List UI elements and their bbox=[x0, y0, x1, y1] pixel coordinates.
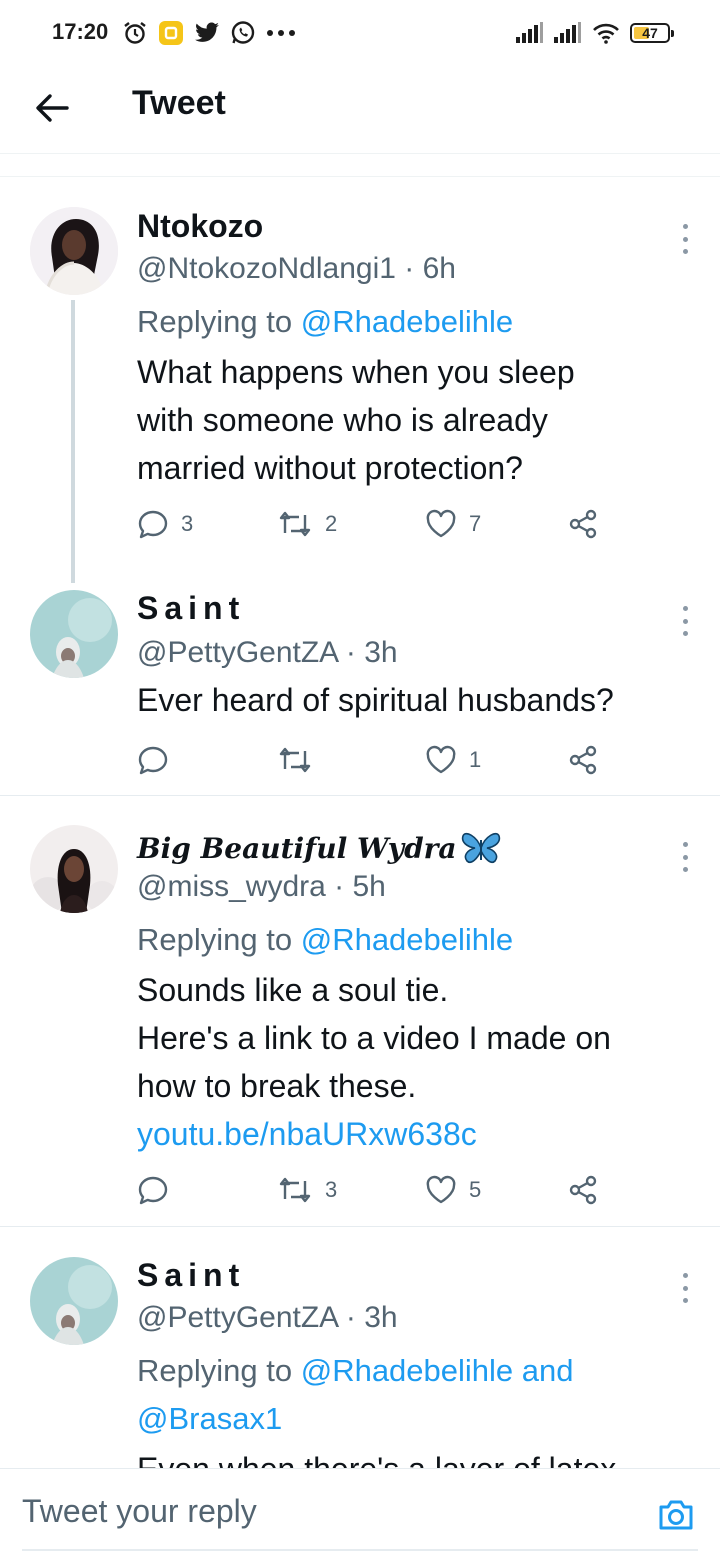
camera-button[interactable] bbox=[656, 1495, 696, 1535]
more-icon bbox=[682, 842, 688, 847]
section-divider bbox=[0, 176, 720, 177]
alarm-icon bbox=[124, 22, 146, 44]
action-bar: 3 2 7 bbox=[137, 504, 607, 544]
status-time: 17:20 bbox=[52, 19, 109, 44]
more-button[interactable] bbox=[680, 224, 690, 254]
avatar[interactable] bbox=[30, 207, 118, 295]
tweet-text: Sounds like a soul tie. Here's a link to… bbox=[137, 966, 697, 1158]
retweet-button[interactable]: 3 bbox=[277, 1170, 337, 1210]
avatar-photo bbox=[30, 207, 118, 295]
reply-button[interactable] bbox=[137, 740, 169, 780]
share-icon bbox=[569, 745, 597, 775]
handle-time[interactable]: @PettyGentZA · 3h bbox=[137, 1301, 398, 1335]
back-arrow-icon bbox=[36, 94, 69, 122]
retweet-button[interactable]: 2 bbox=[277, 504, 337, 544]
like-icon bbox=[426, 509, 456, 538]
retweet-button[interactable] bbox=[277, 740, 313, 780]
camera-icon bbox=[659, 1500, 693, 1530]
like-icon bbox=[426, 745, 456, 774]
more-button[interactable] bbox=[680, 842, 690, 872]
like-button[interactable]: 5 bbox=[425, 1170, 481, 1210]
display-name[interactable]: Saint bbox=[137, 590, 245, 627]
handle-time[interactable]: @NtokozoNdlangi1 · 6h bbox=[137, 252, 456, 286]
reply-button[interactable]: 3 bbox=[137, 504, 193, 544]
tweet-text: Ever heard of spiritual husbands? bbox=[137, 682, 614, 718]
more-icon bbox=[682, 606, 688, 611]
replying-to: Replying to @Rhadebelihle bbox=[137, 922, 514, 957]
avatar[interactable] bbox=[30, 590, 118, 678]
twitter-bird-icon bbox=[195, 22, 219, 42]
share-icon bbox=[569, 1175, 597, 1205]
share-button[interactable] bbox=[567, 1170, 599, 1210]
share-button[interactable] bbox=[567, 740, 599, 780]
handle-time[interactable]: @miss_wydra · 5h bbox=[137, 870, 386, 904]
reply-icon bbox=[138, 746, 168, 775]
share-icon bbox=[569, 509, 597, 539]
status-icons-left bbox=[122, 18, 296, 48]
reply-button[interactable] bbox=[137, 1170, 169, 1210]
display-name[interactable]: Big Beautiful Wydra bbox=[137, 830, 501, 866]
status-icons-right: 47 bbox=[516, 18, 674, 48]
more-notifications-icon bbox=[267, 30, 295, 36]
tweet-text: What happens when you sleep with someone… bbox=[137, 354, 575, 486]
action-bar: 1 bbox=[137, 740, 607, 780]
share-button[interactable] bbox=[567, 504, 599, 544]
mention-link[interactable]: @Rhadebelihle bbox=[301, 304, 513, 339]
avatar-photo bbox=[30, 825, 118, 913]
display-name[interactable]: Saint bbox=[137, 1257, 245, 1294]
avatar[interactable] bbox=[30, 1257, 118, 1345]
display-name[interactable]: Ntokozo bbox=[137, 208, 263, 245]
retweet-icon bbox=[279, 747, 311, 773]
whatsapp-icon bbox=[231, 21, 255, 44]
signal-2-icon bbox=[554, 22, 581, 43]
status-bar: 17:20 47 bbox=[0, 0, 720, 64]
reply-icon bbox=[138, 1176, 168, 1205]
retweet-icon bbox=[279, 1177, 311, 1203]
avatar-photo bbox=[30, 590, 118, 678]
more-icon bbox=[682, 1273, 688, 1278]
video-link[interactable]: youtu.be/nbaURxw638c bbox=[137, 1110, 697, 1158]
like-icon bbox=[426, 1175, 456, 1204]
more-icon bbox=[682, 224, 688, 229]
page-title: Tweet bbox=[132, 84, 226, 122]
reply-icon bbox=[138, 510, 168, 539]
avatar[interactable] bbox=[30, 825, 118, 913]
like-button[interactable]: 7 bbox=[425, 504, 481, 544]
battery-indicator: 47 bbox=[630, 23, 674, 43]
app-notification-icon bbox=[159, 21, 183, 45]
butterfly-icon bbox=[461, 832, 500, 864]
mention-link[interactable]: @Brasax1 bbox=[137, 1401, 282, 1437]
tweet-miss-wydra[interactable]: Big Beautiful Wydra @miss_wydra · 5h Rep… bbox=[0, 796, 720, 1226]
action-bar: 3 5 bbox=[137, 1170, 607, 1210]
tweet-text: Even when there's a layer of latex bbox=[137, 1445, 697, 1468]
mention-link[interactable]: @Rhadebelihle and bbox=[301, 1353, 574, 1388]
signal-icon bbox=[516, 22, 543, 43]
handle-time[interactable]: @PettyGentZA · 3h bbox=[137, 636, 398, 670]
replying-to: Replying to @Rhadebelihle and bbox=[137, 1353, 574, 1388]
mention-link[interactable]: @Rhadebelihle bbox=[301, 922, 513, 957]
tweet-saint-2[interactable]: Saint @PettyGentZA · 3h Replying to @Rha… bbox=[0, 1227, 720, 1468]
tweet-saint[interactable]: Saint @PettyGentZA · 3h Ever heard of sp… bbox=[0, 578, 720, 795]
more-button[interactable] bbox=[680, 606, 690, 636]
back-button[interactable] bbox=[28, 84, 76, 132]
thread-connector bbox=[71, 300, 75, 583]
wifi-icon bbox=[593, 23, 619, 44]
avatar-photo bbox=[30, 1257, 118, 1345]
battery-level: 47 bbox=[642, 25, 658, 41]
reply-composer: Tweet your reply bbox=[0, 1468, 720, 1560]
tweet-ntokozo[interactable]: Ntokozo @NtokozoNdlangi1 · 6h Replying t… bbox=[0, 178, 720, 583]
top-app-bar: Tweet bbox=[0, 64, 720, 154]
input-underline bbox=[22, 1549, 698, 1551]
more-button[interactable] bbox=[680, 1273, 690, 1303]
retweet-icon bbox=[279, 511, 311, 537]
replying-to: Replying to @Rhadebelihle bbox=[137, 304, 514, 339]
like-button[interactable]: 1 bbox=[425, 740, 481, 780]
reply-input[interactable]: Tweet your reply bbox=[22, 1493, 257, 1530]
